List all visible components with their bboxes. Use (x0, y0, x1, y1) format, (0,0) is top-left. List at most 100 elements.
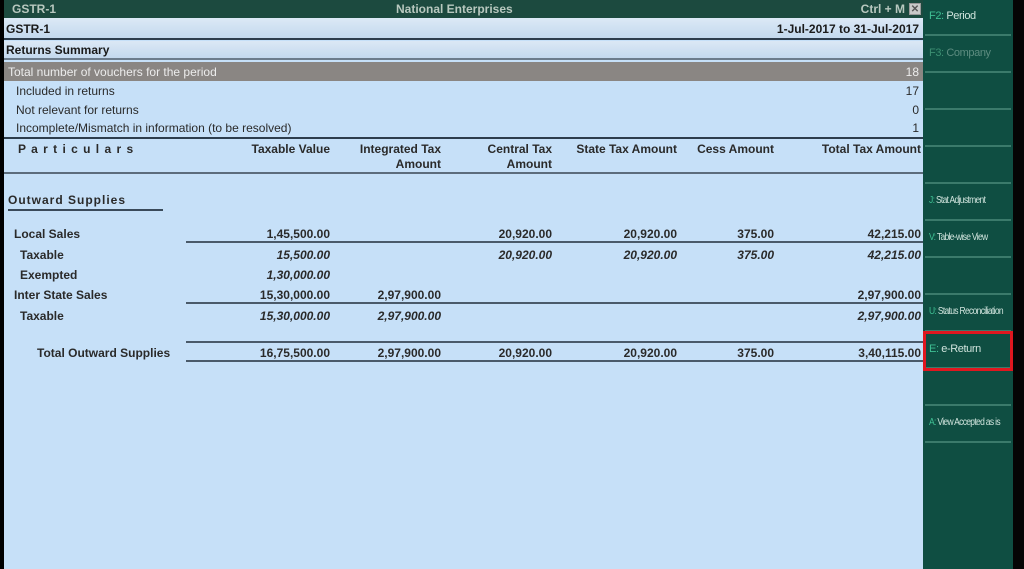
col-particulars: P a r t i c u l a r s (18, 142, 135, 156)
total-tax-cell: 3,40,115.00 (858, 346, 921, 360)
voucher-count: 0 (912, 103, 919, 117)
button-text: View Accepted as is (937, 417, 1000, 428)
col-central-tax-line2: Amount (506, 157, 552, 171)
total-tax-cell: 2,97,900.00 (857, 288, 921, 302)
sidebar-button-empty-4 (925, 148, 1011, 184)
total-rule (186, 360, 923, 362)
voucher-label: Incomplete/Mismatch in information (to b… (16, 121, 292, 135)
total-rule (186, 241, 923, 243)
button-text: Status Reconciliation (937, 306, 1004, 317)
company-name: National Enterprises (396, 2, 513, 16)
sidebar-button-label: F2: Period (929, 10, 976, 22)
voucher-row-included[interactable]: Included in returns 17 (4, 81, 923, 100)
title-bar: GSTR-1 National Enterprises Ctrl + M ✕ (4, 0, 923, 18)
total-tax-cell: 42,215.00 (867, 248, 921, 262)
central-tax-cell: 20,920.00 (498, 227, 552, 241)
row-label: Exempted (20, 268, 78, 282)
integrated-tax-cell: 2,97,900.00 (377, 288, 441, 302)
voucher-label: Not relevant for returns (16, 103, 139, 117)
sidebar-button-company[interactable]: F3: Company (925, 37, 1011, 73)
sidebar-button-status-reconciliation[interactable]: U: Status Reconciliation (925, 296, 1011, 332)
screen-edge (1013, 0, 1024, 569)
sidebar-button-view-accepted-as-is[interactable]: A: View Accepted as is (925, 407, 1011, 443)
button-bar: F2: Period F3: Company J: Stat Adjustment V… (923, 0, 1013, 569)
row-label: Total Outward Supplies (37, 346, 171, 360)
report-period[interactable]: 1-Jul-2017 to 31-Jul-2017 (777, 22, 919, 36)
col-cess: Cess Amount (697, 142, 774, 156)
voucher-count: 17 (905, 84, 919, 98)
sidebar-button-label: A: View Accepted as is (929, 417, 1001, 428)
sidebar-button-empty-3 (925, 111, 1011, 147)
taxable-value-cell: 15,30,000.00 (259, 309, 330, 323)
voucher-row-not-relevant[interactable]: Not relevant for returns 0 (4, 100, 923, 119)
sidebar-button-table-wise-view[interactable]: V: Table-wise View (925, 222, 1011, 258)
state-tax-cell: 20,920.00 (623, 227, 677, 241)
total-rule (186, 341, 923, 343)
row-label: Taxable (20, 248, 64, 262)
table-row[interactable]: Taxable 15,500.00 20,920.00 20,920.00 375.00… (4, 245, 923, 265)
cess-amount-cell: 375.00 (737, 346, 774, 360)
sidebar-button-label: U: Status Reconciliation (929, 306, 1004, 317)
shortcut-hint: Ctrl + M (860, 2, 905, 16)
sidebar-button-empty-2 (925, 74, 1011, 110)
cess-amount-cell: 375.00 (737, 248, 774, 262)
sidebar-button-label: E: e-Return (929, 343, 981, 355)
taxable-value-cell: 15,500.00 (276, 248, 330, 262)
cess-amount-cell: 375.00 (737, 227, 774, 241)
integrated-tax-cell: 2,97,900.00 (377, 309, 441, 323)
col-central-tax: Central Tax Amount (488, 142, 552, 172)
central-tax-cell: 20,920.00 (498, 248, 552, 262)
button-text: Table-wise View (936, 232, 988, 243)
sidebar-button-label: F3: Company (929, 47, 991, 59)
state-tax-cell: 20,920.00 (623, 248, 677, 262)
taxable-value-cell: 15,30,000.00 (259, 288, 330, 302)
window-title: GSTR-1 (12, 2, 57, 16)
row-label: Inter State Sales (14, 288, 108, 302)
col-integrated-tax-line1: Integrated Tax (359, 142, 441, 156)
col-central-tax-line1: Central Tax (487, 142, 552, 156)
central-tax-cell: 20,920.00 (498, 346, 552, 360)
section-title: Outward Supplies (8, 193, 163, 211)
voucher-row-total[interactable]: Total number of vouchers for the period … (4, 62, 923, 81)
row-label: Local Sales (14, 227, 81, 241)
state-tax-cell: 20,920.00 (623, 346, 677, 360)
report-name: GSTR-1 (6, 22, 51, 36)
total-tax-cell: 42,215.00 (867, 227, 921, 241)
column-headers: P a r t i c u l a r s Taxable Value Inte… (4, 137, 923, 174)
sidebar-button-label: V: Table-wise View (929, 232, 988, 243)
button-text: Stat Adjustment (935, 195, 986, 206)
col-taxable-value: Taxable Value (251, 142, 331, 156)
voucher-count: 1 (912, 121, 919, 135)
total-tax-cell: 2,97,900.00 (857, 309, 921, 323)
sidebar-button-empty-10 (925, 370, 1011, 406)
report-subtitle-bar: Returns Summary (4, 41, 923, 60)
report-header: GSTR-1 1-Jul-2017 to 31-Jul-2017 (4, 18, 923, 40)
shortcut-key: E (929, 343, 936, 355)
col-integrated-tax-line2: Amount (395, 157, 441, 171)
sidebar-button-empty-7 (925, 259, 1011, 295)
taxable-value-cell: 16,75,500.00 (259, 346, 330, 360)
sidebar-button-stat-adjustment[interactable]: J: Stat Adjustment (925, 185, 1011, 221)
voucher-label: Included in returns (16, 84, 115, 98)
sidebar-button-label: J: Stat Adjustment (929, 195, 986, 206)
integrated-tax-cell: 2,97,900.00 (377, 346, 441, 360)
taxable-value-cell: 1,30,000.00 (266, 268, 330, 282)
taxable-value-cell: 1,45,500.00 (266, 227, 330, 241)
col-total-tax: Total Tax Amount (821, 142, 921, 156)
shortcut-key: F3 (929, 47, 942, 59)
table-row[interactable]: Taxable 15,30,000.00 2,97,900.00 2,97,900.0… (4, 306, 923, 326)
col-state-tax: State Tax Amount (576, 142, 677, 156)
col-integrated-tax: Integrated Tax Amount (360, 142, 441, 172)
voucher-row-incomplete[interactable]: Incomplete/Mismatch in information (to b… (4, 118, 923, 137)
close-icon[interactable]: ✕ (909, 3, 921, 15)
table-row[interactable]: Exempted 1,30,000.00 (4, 265, 923, 285)
sidebar-button-e-return[interactable]: E: e-Return (923, 331, 1013, 371)
button-text: e-Return (941, 343, 981, 355)
button-text: Company (946, 47, 991, 59)
report-subtitle: Returns Summary (6, 43, 110, 57)
sidebar-button-period[interactable]: F2: Period (925, 0, 1011, 36)
row-label: Taxable (20, 309, 64, 323)
report-window: GSTR-1 National Enterprises Ctrl + M ✕ G… (4, 0, 923, 569)
button-text: Period (946, 10, 976, 22)
voucher-label: Total number of vouchers for the period (8, 65, 217, 79)
